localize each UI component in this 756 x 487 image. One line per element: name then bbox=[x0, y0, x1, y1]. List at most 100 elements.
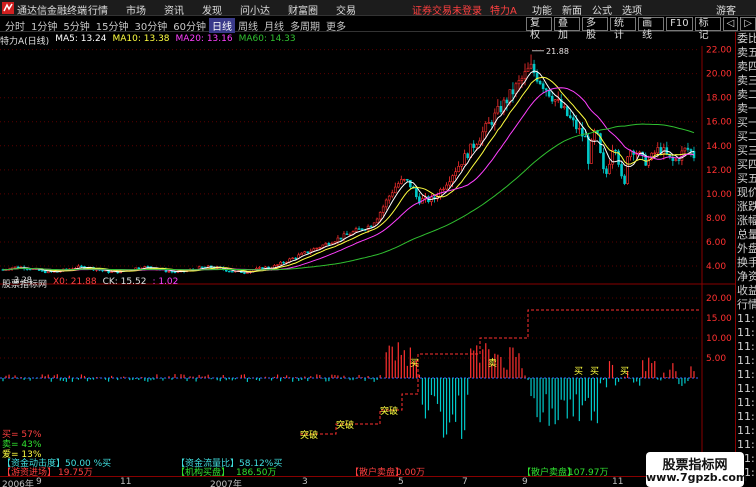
candle-body bbox=[490, 122, 494, 125]
quote-field-26: 11: bbox=[737, 396, 755, 409]
indicator-signal-label: 突破 bbox=[300, 429, 318, 441]
tool-button-6[interactable]: 标记 bbox=[694, 17, 721, 41]
menu-trade[interactable]: 交易 bbox=[336, 2, 356, 17]
login-status[interactable]: 证券交易未登录 特力A bbox=[412, 2, 517, 17]
menu-market[interactable]: 市场 bbox=[126, 2, 146, 17]
candle-body bbox=[231, 271, 234, 273]
pct-buy: 买= 57% bbox=[2, 430, 42, 440]
candle-body bbox=[481, 131, 485, 142]
tool-button-1[interactable]: 叠加 bbox=[554, 17, 581, 41]
guest-user[interactable]: 游客 bbox=[716, 2, 736, 17]
date-tick-0: 2006年 bbox=[2, 480, 34, 487]
period-tab-8[interactable]: 月线 bbox=[261, 18, 287, 33]
tool-button-4[interactable]: 画线 bbox=[638, 17, 665, 41]
quote-field-11: 现价 bbox=[737, 186, 756, 199]
period-tab-6[interactable]: 日线 bbox=[208, 18, 235, 33]
candle-body bbox=[381, 206, 385, 213]
indicator-value: : 1.02 bbox=[152, 277, 179, 287]
price-tick-label: 14.00 bbox=[706, 142, 732, 152]
date-tick-4: 3 bbox=[302, 477, 308, 487]
period-tab-10[interactable]: 更多 bbox=[323, 18, 349, 33]
menu-functions[interactable]: 功能 bbox=[532, 2, 552, 17]
period-tab-1[interactable]: 1分钟 bbox=[28, 18, 60, 33]
period-tab-3[interactable]: 15分钟 bbox=[93, 18, 132, 33]
candle-body bbox=[246, 272, 249, 274]
price-tick-label: 12.00 bbox=[706, 166, 732, 176]
candle-body bbox=[336, 237, 340, 243]
price-tick-label: 20.00 bbox=[706, 70, 732, 80]
quote-field-7: 买二 bbox=[737, 130, 756, 143]
menu-discover[interactable]: 发现 bbox=[202, 2, 222, 17]
tool-button-7[interactable]: ◁ bbox=[722, 17, 739, 31]
quote-field-19: 行情 bbox=[737, 298, 756, 311]
period-tab-9[interactable]: 多周期 bbox=[287, 18, 323, 33]
candle-body bbox=[478, 140, 482, 145]
candle-body bbox=[541, 83, 545, 89]
quote-field-4: 卖二 bbox=[737, 88, 756, 101]
candle-body bbox=[396, 183, 400, 188]
candle-body bbox=[315, 247, 319, 250]
price-tick-label: 6.00 bbox=[706, 238, 726, 248]
tool-button-5[interactable]: F10 bbox=[666, 17, 693, 31]
candle-body bbox=[137, 267, 141, 270]
candle-body bbox=[520, 77, 524, 81]
period-tab-5[interactable]: 60分钟 bbox=[170, 18, 209, 33]
tool-button-0[interactable]: 复权 bbox=[526, 17, 553, 41]
candle-body bbox=[484, 123, 488, 133]
candle-body bbox=[547, 89, 551, 97]
candle-body bbox=[170, 270, 174, 273]
price-tick-label: 8.00 bbox=[706, 214, 726, 224]
candle-body bbox=[544, 88, 548, 91]
candle-body bbox=[605, 168, 608, 174]
period-tab-2[interactable]: 5分钟 bbox=[60, 18, 92, 33]
tool-button-2[interactable]: 多股 bbox=[582, 17, 609, 41]
candle-body bbox=[357, 228, 361, 230]
candle-body bbox=[602, 152, 605, 170]
quote-field-21: 11: bbox=[737, 326, 755, 339]
candle-body bbox=[378, 212, 382, 220]
date-tick-8: 11 bbox=[612, 477, 624, 487]
quote-field-13: 涨幅 bbox=[737, 214, 756, 227]
quote-field-23: 11: bbox=[737, 354, 755, 367]
period-tabs: 分时 1分钟 5分钟 15分钟 30分钟 60分钟 日线 周线 月线 多周期 更多 bbox=[2, 18, 349, 33]
quote-field-16: 换手 bbox=[737, 256, 756, 269]
menu-quotes[interactable]: 行情 bbox=[88, 2, 108, 17]
candle-body bbox=[553, 99, 557, 102]
date-tick-2: 11 bbox=[120, 477, 132, 487]
indicator-signal-label: 买 bbox=[410, 358, 419, 369]
tool-button-3[interactable]: 统计 bbox=[610, 17, 637, 41]
menu-wealth[interactable]: 财富圈 bbox=[288, 2, 318, 17]
menu-formula[interactable]: 公式 bbox=[592, 2, 612, 17]
candle-body bbox=[620, 164, 623, 177]
candle-body bbox=[200, 266, 204, 268]
candle-body bbox=[300, 252, 304, 256]
candle-body bbox=[614, 149, 617, 152]
candle-body bbox=[445, 184, 448, 190]
indicator-signal-label: 突破 bbox=[380, 405, 398, 417]
menu-ask[interactable]: 问小达 bbox=[240, 2, 270, 17]
tool-button-8[interactable]: ▷ bbox=[740, 17, 756, 31]
quote-field-9: 买四 bbox=[737, 158, 756, 171]
period-tab-7[interactable]: 周线 bbox=[235, 18, 261, 33]
candle-body bbox=[463, 153, 466, 165]
ma20-line bbox=[3, 87, 695, 271]
candle-body bbox=[387, 195, 391, 201]
candle-body bbox=[629, 150, 632, 158]
quote-field-27: 11: bbox=[737, 410, 755, 423]
period-tab-0[interactable]: 分时 bbox=[2, 18, 28, 33]
indicator-tick-label: 20.00 bbox=[706, 294, 732, 304]
menu-news[interactable]: 资讯 bbox=[164, 2, 184, 17]
period-tab-4[interactable]: 30分钟 bbox=[131, 18, 170, 33]
date-tick-5: 5 bbox=[398, 477, 404, 487]
candle-body bbox=[674, 159, 678, 161]
menu-options[interactable]: 选项 bbox=[622, 2, 642, 17]
candle-body bbox=[110, 271, 113, 273]
candle-body bbox=[496, 106, 500, 114]
current-stock-name: 特力A bbox=[490, 6, 517, 17]
kline-chart[interactable]: 22.00 20.00 18.00 16.00 14.00 12.00 10.00 8.00 6… bbox=[0, 46, 735, 476]
quote-field-24: 11: bbox=[737, 368, 755, 381]
high-price-mark: 21.88 bbox=[546, 47, 569, 56]
indicator-signal-label: 买 bbox=[620, 366, 629, 377]
quote-field-8: 买三 bbox=[737, 144, 756, 157]
menu-new[interactable]: 新面 bbox=[562, 2, 582, 17]
